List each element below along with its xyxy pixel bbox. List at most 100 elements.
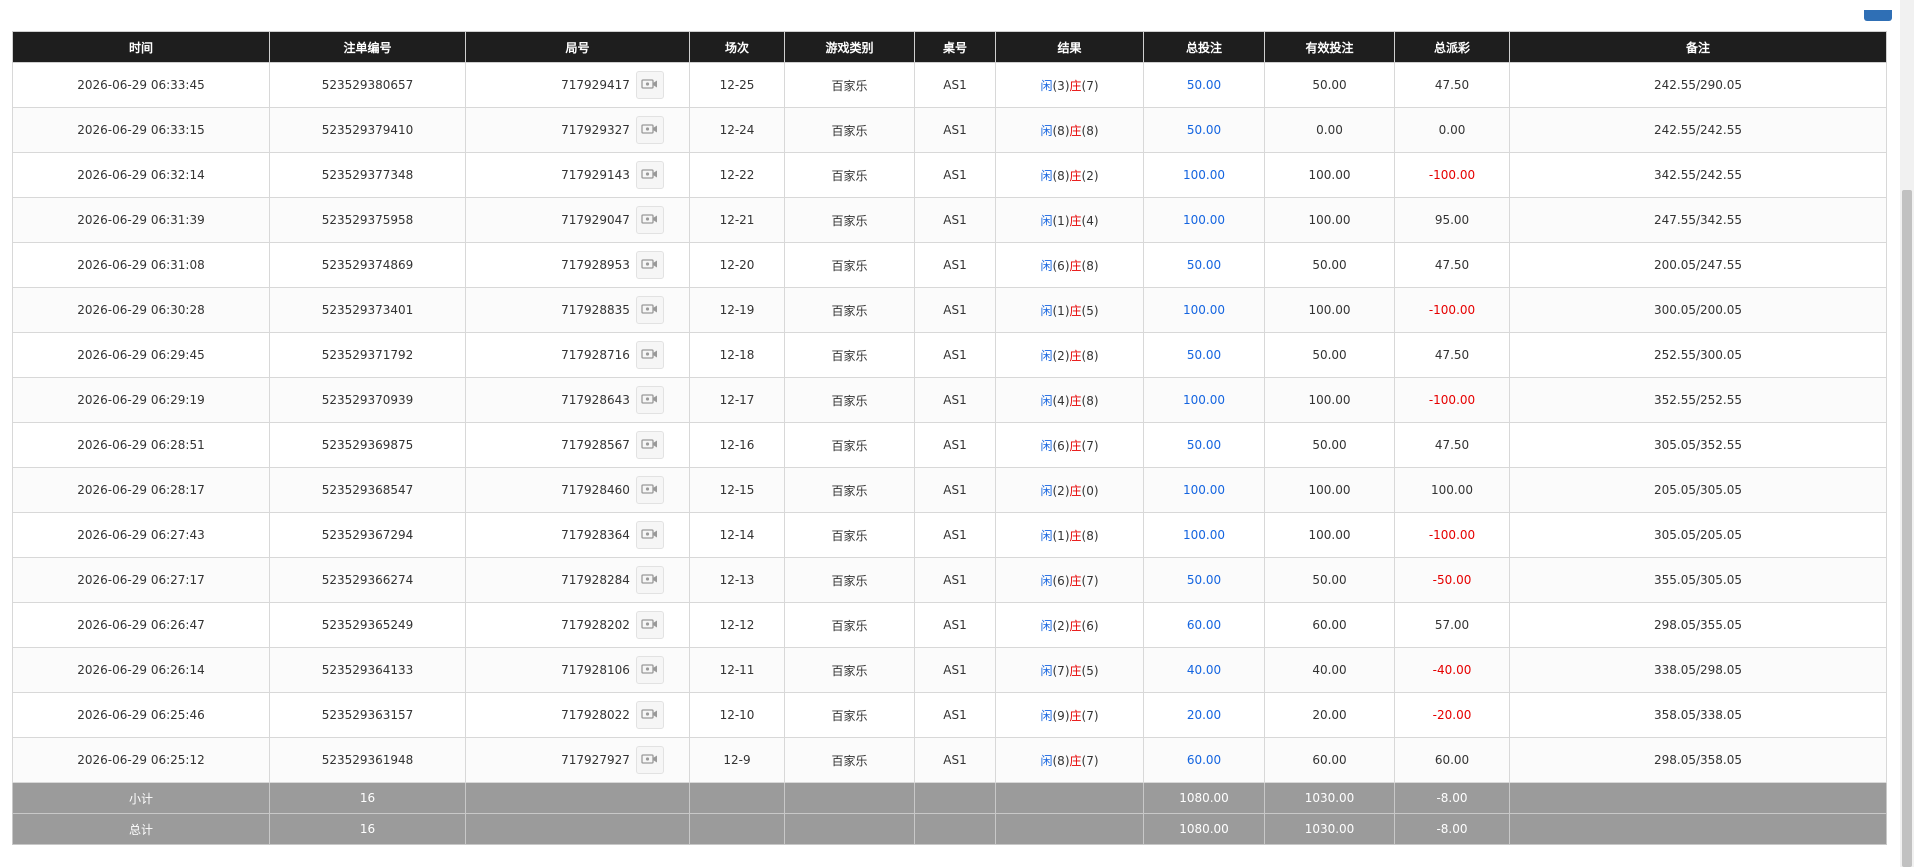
banker-score: (8) bbox=[1081, 393, 1099, 408]
top-right-button[interactable] bbox=[1864, 10, 1892, 21]
video-replay-icon[interactable] bbox=[635, 656, 664, 684]
banker-score: (5) bbox=[1081, 663, 1099, 678]
cell-time: 2026-06-29 06:31:08 bbox=[12, 242, 270, 288]
player-label: 闲 bbox=[1040, 438, 1053, 453]
subtotal-row: 小计 16 1080.00 1030.00 -8.00 bbox=[12, 782, 1887, 814]
video-replay-icon[interactable] bbox=[635, 296, 664, 324]
cell-game-type: 百家乐 bbox=[784, 287, 915, 333]
video-replay-icon[interactable] bbox=[635, 566, 664, 594]
banker-label: 庄 bbox=[1069, 348, 1082, 363]
summary-empty-cell bbox=[689, 813, 785, 845]
summary-empty-cell bbox=[995, 782, 1144, 814]
cell-payout: -20.00 bbox=[1394, 692, 1510, 738]
player-score: (6) bbox=[1052, 258, 1070, 273]
cell-game-type: 百家乐 bbox=[784, 512, 915, 558]
table-row: 2026-06-29 06:32:14 523529377348 717929143… bbox=[12, 152, 1887, 198]
header-bet-id: 注单编号 bbox=[269, 31, 466, 63]
video-replay-icon[interactable] bbox=[635, 611, 664, 639]
video-replay-icon[interactable] bbox=[635, 431, 664, 459]
banker-score: (7) bbox=[1081, 78, 1099, 93]
cell-session: 12-9 bbox=[689, 737, 785, 783]
cell-total-bet: 100.00 bbox=[1143, 152, 1265, 198]
video-replay-icon[interactable] bbox=[635, 251, 664, 279]
round-wrapper: 717928364 bbox=[561, 521, 664, 549]
cell-result: 闲(4)庄(8) bbox=[995, 377, 1144, 423]
cell-bet-id: 523529373401 bbox=[269, 287, 466, 333]
video-replay-icon[interactable] bbox=[635, 116, 664, 144]
cell-valid-bet: 60.00 bbox=[1264, 737, 1395, 783]
cell-total-bet: 50.00 bbox=[1143, 107, 1265, 153]
round-number: 717928567 bbox=[561, 438, 630, 452]
cell-result: 闲(1)庄(4) bbox=[995, 197, 1144, 243]
cell-result: 闲(3)庄(7) bbox=[995, 62, 1144, 108]
cell-round: 717928202 bbox=[465, 602, 690, 648]
summary-empty-cell bbox=[1509, 782, 1887, 814]
cell-result: 闲(2)庄(6) bbox=[995, 602, 1144, 648]
cell-game-type: 百家乐 bbox=[784, 152, 915, 198]
cell-note: 338.05/298.05 bbox=[1509, 647, 1887, 693]
banker-score: (8) bbox=[1081, 258, 1099, 273]
banker-score: (7) bbox=[1081, 753, 1099, 768]
cell-payout: -40.00 bbox=[1394, 647, 1510, 693]
cell-result: 闲(2)庄(0) bbox=[995, 467, 1144, 513]
video-replay-icon[interactable] bbox=[635, 71, 664, 99]
cell-time: 2026-06-29 06:30:28 bbox=[12, 287, 270, 333]
cell-round: 717928835 bbox=[465, 287, 690, 333]
banker-label: 庄 bbox=[1069, 258, 1082, 273]
cell-note: 358.05/338.05 bbox=[1509, 692, 1887, 738]
cell-valid-bet: 50.00 bbox=[1264, 62, 1395, 108]
scrollbar-thumb[interactable] bbox=[1902, 190, 1912, 867]
table-row: 2026-06-29 06:25:46 523529363157 717928022… bbox=[12, 692, 1887, 738]
cell-table: AS1 bbox=[914, 512, 996, 558]
video-replay-icon[interactable] bbox=[635, 161, 664, 189]
header-total-bet: 总投注 bbox=[1143, 31, 1265, 63]
cell-game-type: 百家乐 bbox=[784, 647, 915, 693]
cell-valid-bet: 100.00 bbox=[1264, 287, 1395, 333]
player-score: (2) bbox=[1052, 483, 1070, 498]
video-replay-icon[interactable] bbox=[635, 341, 664, 369]
round-number: 717927927 bbox=[561, 753, 630, 767]
cell-table: AS1 bbox=[914, 197, 996, 243]
player-label: 闲 bbox=[1040, 573, 1053, 588]
cell-result: 闲(8)庄(7) bbox=[995, 737, 1144, 783]
header-payout: 总派彩 bbox=[1394, 31, 1510, 63]
player-score: (8) bbox=[1052, 753, 1070, 768]
cell-result: 闲(6)庄(8) bbox=[995, 242, 1144, 288]
cell-result: 闲(6)庄(7) bbox=[995, 557, 1144, 603]
cell-table: AS1 bbox=[914, 602, 996, 648]
cell-session: 12-14 bbox=[689, 512, 785, 558]
video-replay-icon[interactable] bbox=[635, 746, 664, 774]
banker-score: (7) bbox=[1081, 438, 1099, 453]
cell-total-bet: 50.00 bbox=[1143, 422, 1265, 468]
cell-bet-id: 523529368547 bbox=[269, 467, 466, 513]
cell-bet-id: 523529361948 bbox=[269, 737, 466, 783]
cell-round: 717928022 bbox=[465, 692, 690, 738]
header-note: 备注 bbox=[1509, 31, 1887, 63]
table-row: 2026-06-29 06:26:14 523529364133 717928106… bbox=[12, 647, 1887, 693]
vertical-scrollbar[interactable] bbox=[1900, 0, 1914, 867]
cell-session: 12-22 bbox=[689, 152, 785, 198]
cell-time: 2026-06-29 06:29:45 bbox=[12, 332, 270, 378]
cell-time: 2026-06-29 06:33:45 bbox=[12, 62, 270, 108]
player-score: (2) bbox=[1052, 348, 1070, 363]
banker-score: (8) bbox=[1081, 123, 1099, 138]
cell-table: AS1 bbox=[914, 332, 996, 378]
cell-time: 2026-06-29 06:25:12 bbox=[12, 737, 270, 783]
cell-time: 2026-06-29 06:27:43 bbox=[12, 512, 270, 558]
video-replay-icon[interactable] bbox=[635, 206, 664, 234]
video-replay-icon[interactable] bbox=[635, 521, 664, 549]
cell-session: 12-17 bbox=[689, 377, 785, 423]
cell-valid-bet: 100.00 bbox=[1264, 512, 1395, 558]
cell-time: 2026-06-29 06:31:39 bbox=[12, 197, 270, 243]
bet-records-table-container: 时间 注单编号 局号 场次 游戏类别 桌号 结果 总投注 有效投注 总派彩 备注 2026-06-2… bbox=[12, 31, 1887, 845]
cell-note: 242.55/242.55 bbox=[1509, 107, 1887, 153]
cell-round: 717928460 bbox=[465, 467, 690, 513]
video-replay-icon[interactable] bbox=[635, 701, 664, 729]
video-replay-icon[interactable] bbox=[635, 476, 664, 504]
summary-valid-bet: 1030.00 bbox=[1264, 782, 1395, 814]
player-label: 闲 bbox=[1040, 483, 1053, 498]
video-replay-icon[interactable] bbox=[635, 386, 664, 414]
cell-result: 闲(8)庄(8) bbox=[995, 107, 1144, 153]
cell-round: 717928284 bbox=[465, 557, 690, 603]
cell-session: 12-25 bbox=[689, 62, 785, 108]
